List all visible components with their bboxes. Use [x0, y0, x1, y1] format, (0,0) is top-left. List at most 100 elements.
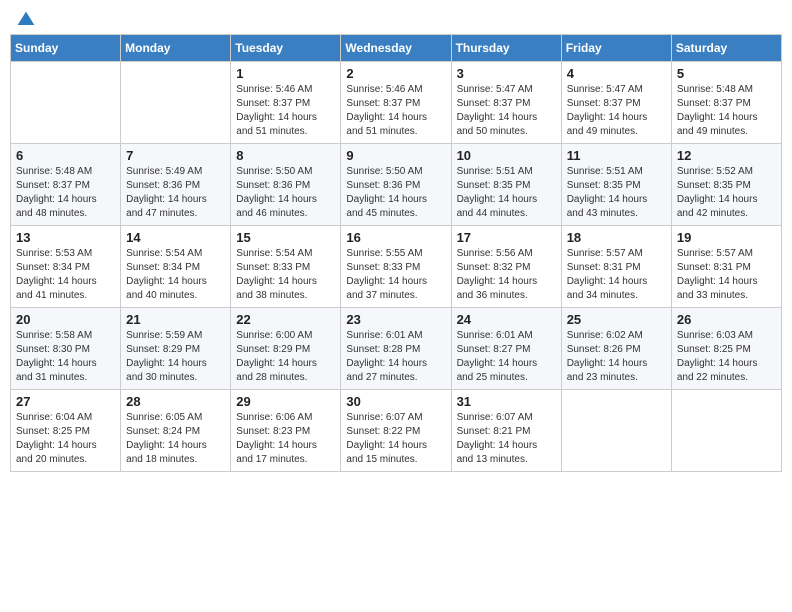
day-info: Sunrise: 5:47 AMSunset: 8:37 PMDaylight:…	[567, 83, 666, 139]
day-number: 4	[567, 66, 666, 81]
day-info: Sunrise: 5:46 AMSunset: 8:37 PMDaylight:…	[346, 83, 445, 139]
day-info: Sunrise: 6:03 AMSunset: 8:25 PMDaylight:…	[677, 329, 776, 385]
calendar-header-friday: Friday	[561, 35, 671, 62]
day-info: Sunrise: 5:47 AMSunset: 8:37 PMDaylight:…	[457, 83, 556, 139]
day-info: Sunrise: 6:07 AMSunset: 8:21 PMDaylight:…	[457, 411, 556, 467]
day-number: 19	[677, 230, 776, 245]
calendar-cell: 15Sunrise: 5:54 AMSunset: 8:33 PMDayligh…	[231, 226, 341, 308]
day-number: 21	[126, 312, 225, 327]
day-info: Sunrise: 6:01 AMSunset: 8:28 PMDaylight:…	[346, 329, 445, 385]
calendar-week-5: 27Sunrise: 6:04 AMSunset: 8:25 PMDayligh…	[11, 390, 782, 472]
day-info: Sunrise: 5:57 AMSunset: 8:31 PMDaylight:…	[567, 247, 666, 303]
logo-icon	[16, 10, 36, 30]
calendar-header-wednesday: Wednesday	[341, 35, 451, 62]
calendar-cell: 21 Sunrise: 5:59 AMSunset: 8:29 PMDayligh…	[121, 308, 231, 390]
day-info: Sunrise: 5:59 AMSunset: 8:29 PMDaylight:…	[126, 329, 225, 385]
day-number: 8	[236, 148, 335, 163]
day-number: 23	[346, 312, 445, 327]
day-number: 31	[457, 394, 556, 409]
day-info: Sunrise: 5:55 AMSunset: 8:33 PMDaylight:…	[346, 247, 445, 303]
calendar-cell: 12 Sunrise: 5:52 AMSunset: 8:35 PMDayligh…	[671, 144, 781, 226]
calendar-cell: 20 Sunrise: 5:58 AMSunset: 8:30 PMDayligh…	[11, 308, 121, 390]
day-info: Sunrise: 5:48 AMSunset: 8:37 PMDaylight:…	[677, 83, 776, 139]
calendar-cell: 2 Sunrise: 5:46 AMSunset: 8:37 PMDaylight…	[341, 62, 451, 144]
day-number: 3	[457, 66, 556, 81]
day-number: 24	[457, 312, 556, 327]
calendar-cell: 24 Sunrise: 6:01 AMSunset: 8:27 PMDayligh…	[451, 308, 561, 390]
day-number: 16	[346, 230, 445, 245]
day-info: Sunrise: 5:53 AMSunset: 8:34 PMDaylight:…	[16, 247, 115, 303]
day-number: 25	[567, 312, 666, 327]
calendar-week-3: 13 Sunrise: 5:53 AMSunset: 8:34 PMDayligh…	[11, 226, 782, 308]
day-info: Sunrise: 5:46 AMSunset: 8:37 PMDaylight:…	[236, 83, 335, 139]
calendar-cell: 29 Sunrise: 6:06 AMSunset: 8:23 PMDayligh…	[231, 390, 341, 472]
day-info: Sunrise: 6:00 AMSunset: 8:29 PMDaylight:…	[236, 329, 335, 385]
calendar-cell	[561, 390, 671, 472]
calendar-cell: 1 Sunrise: 5:46 AMSunset: 8:37 PMDaylight…	[231, 62, 341, 144]
day-info: Sunrise: 5:49 AMSunset: 8:36 PMDaylight:…	[126, 165, 225, 221]
day-number: 10	[457, 148, 556, 163]
calendar-cell: 5 Sunrise: 5:48 AMSunset: 8:37 PMDaylight…	[671, 62, 781, 144]
day-info: Sunrise: 6:06 AMSunset: 8:23 PMDaylight:…	[236, 411, 335, 467]
calendar-cell: 31 Sunrise: 6:07 AMSunset: 8:21 PMDayligh…	[451, 390, 561, 472]
calendar-cell: 27Sunrise: 6:04 AMSunset: 8:25 PMDayligh…	[11, 390, 121, 472]
calendar-cell	[671, 390, 781, 472]
day-number: 6	[16, 148, 115, 163]
day-info: Sunrise: 5:51 AMSunset: 8:35 PMDaylight:…	[457, 165, 556, 221]
day-info: Sunrise: 6:02 AMSunset: 8:26 PMDaylight:…	[567, 329, 666, 385]
calendar-cell: 14Sunrise: 5:54 AMSunset: 8:34 PMDayligh…	[121, 226, 231, 308]
day-number: 26	[677, 312, 776, 327]
day-number: 20	[16, 312, 115, 327]
day-number: 28	[126, 394, 225, 409]
calendar-cell: 4 Sunrise: 5:47 AMSunset: 8:37 PMDaylight…	[561, 62, 671, 144]
day-info: Sunrise: 5:51 AMSunset: 8:35 PMDaylight:…	[567, 165, 666, 221]
day-info: Sunrise: 5:57 AMSunset: 8:31 PMDaylight:…	[677, 247, 776, 303]
calendar-cell: 6 Sunrise: 5:48 AMSunset: 8:37 PMDaylight…	[11, 144, 121, 226]
day-number: 30	[346, 394, 445, 409]
day-number: 27	[16, 394, 115, 409]
calendar-header-thursday: Thursday	[451, 35, 561, 62]
day-info: Sunrise: 5:56 AMSunset: 8:32 PMDaylight:…	[457, 247, 556, 303]
day-info: Sunrise: 5:50 AMSunset: 8:36 PMDaylight:…	[346, 165, 445, 221]
calendar-header-sunday: Sunday	[11, 35, 121, 62]
day-info: Sunrise: 5:54 AMSunset: 8:34 PMDaylight:…	[126, 247, 225, 303]
page-header	[10, 10, 782, 26]
day-info: Sunrise: 6:01 AMSunset: 8:27 PMDaylight:…	[457, 329, 556, 385]
calendar-cell: 28 Sunrise: 6:05 AMSunset: 8:24 PMDayligh…	[121, 390, 231, 472]
day-number: 22	[236, 312, 335, 327]
calendar-week-2: 6 Sunrise: 5:48 AMSunset: 8:37 PMDaylight…	[11, 144, 782, 226]
calendar-cell: 25 Sunrise: 6:02 AMSunset: 8:26 PMDayligh…	[561, 308, 671, 390]
day-number: 7	[126, 148, 225, 163]
day-number: 13	[16, 230, 115, 245]
calendar-cell: 18 Sunrise: 5:57 AMSunset: 8:31 PMDayligh…	[561, 226, 671, 308]
day-info: Sunrise: 5:58 AMSunset: 8:30 PMDaylight:…	[16, 329, 115, 385]
day-number: 29	[236, 394, 335, 409]
calendar-cell: 16 Sunrise: 5:55 AMSunset: 8:33 PMDayligh…	[341, 226, 451, 308]
calendar-cell: 3 Sunrise: 5:47 AMSunset: 8:37 PMDaylight…	[451, 62, 561, 144]
day-number: 1	[236, 66, 335, 81]
calendar-cell: 23 Sunrise: 6:01 AMSunset: 8:28 PMDayligh…	[341, 308, 451, 390]
day-info: Sunrise: 6:05 AMSunset: 8:24 PMDaylight:…	[126, 411, 225, 467]
calendar-cell	[121, 62, 231, 144]
day-number: 15	[236, 230, 335, 245]
day-info: Sunrise: 5:48 AMSunset: 8:37 PMDaylight:…	[16, 165, 115, 221]
calendar-cell: 17 Sunrise: 5:56 AMSunset: 8:32 PMDayligh…	[451, 226, 561, 308]
calendar-cell: 26 Sunrise: 6:03 AMSunset: 8:25 PMDayligh…	[671, 308, 781, 390]
calendar-cell	[11, 62, 121, 144]
calendar-header-monday: Monday	[121, 35, 231, 62]
day-number: 17	[457, 230, 556, 245]
logo	[14, 10, 36, 26]
day-number: 12	[677, 148, 776, 163]
day-number: 18	[567, 230, 666, 245]
day-number: 2	[346, 66, 445, 81]
calendar-cell: 8 Sunrise: 5:50 AMSunset: 8:36 PMDaylight…	[231, 144, 341, 226]
calendar-cell: 10 Sunrise: 5:51 AMSunset: 8:35 PMDayligh…	[451, 144, 561, 226]
day-info: Sunrise: 5:52 AMSunset: 8:35 PMDaylight:…	[677, 165, 776, 221]
calendar-cell: 7 Sunrise: 5:49 AMSunset: 8:36 PMDaylight…	[121, 144, 231, 226]
calendar-header-row: SundayMondayTuesdayWednesdayThursdayFrid…	[11, 35, 782, 62]
calendar-cell: 30Sunrise: 6:07 AMSunset: 8:22 PMDayligh…	[341, 390, 451, 472]
day-number: 5	[677, 66, 776, 81]
calendar-cell: 19 Sunrise: 5:57 AMSunset: 8:31 PMDayligh…	[671, 226, 781, 308]
day-info: Sunrise: 5:50 AMSunset: 8:36 PMDaylight:…	[236, 165, 335, 221]
calendar-week-1: 1 Sunrise: 5:46 AMSunset: 8:37 PMDaylight…	[11, 62, 782, 144]
